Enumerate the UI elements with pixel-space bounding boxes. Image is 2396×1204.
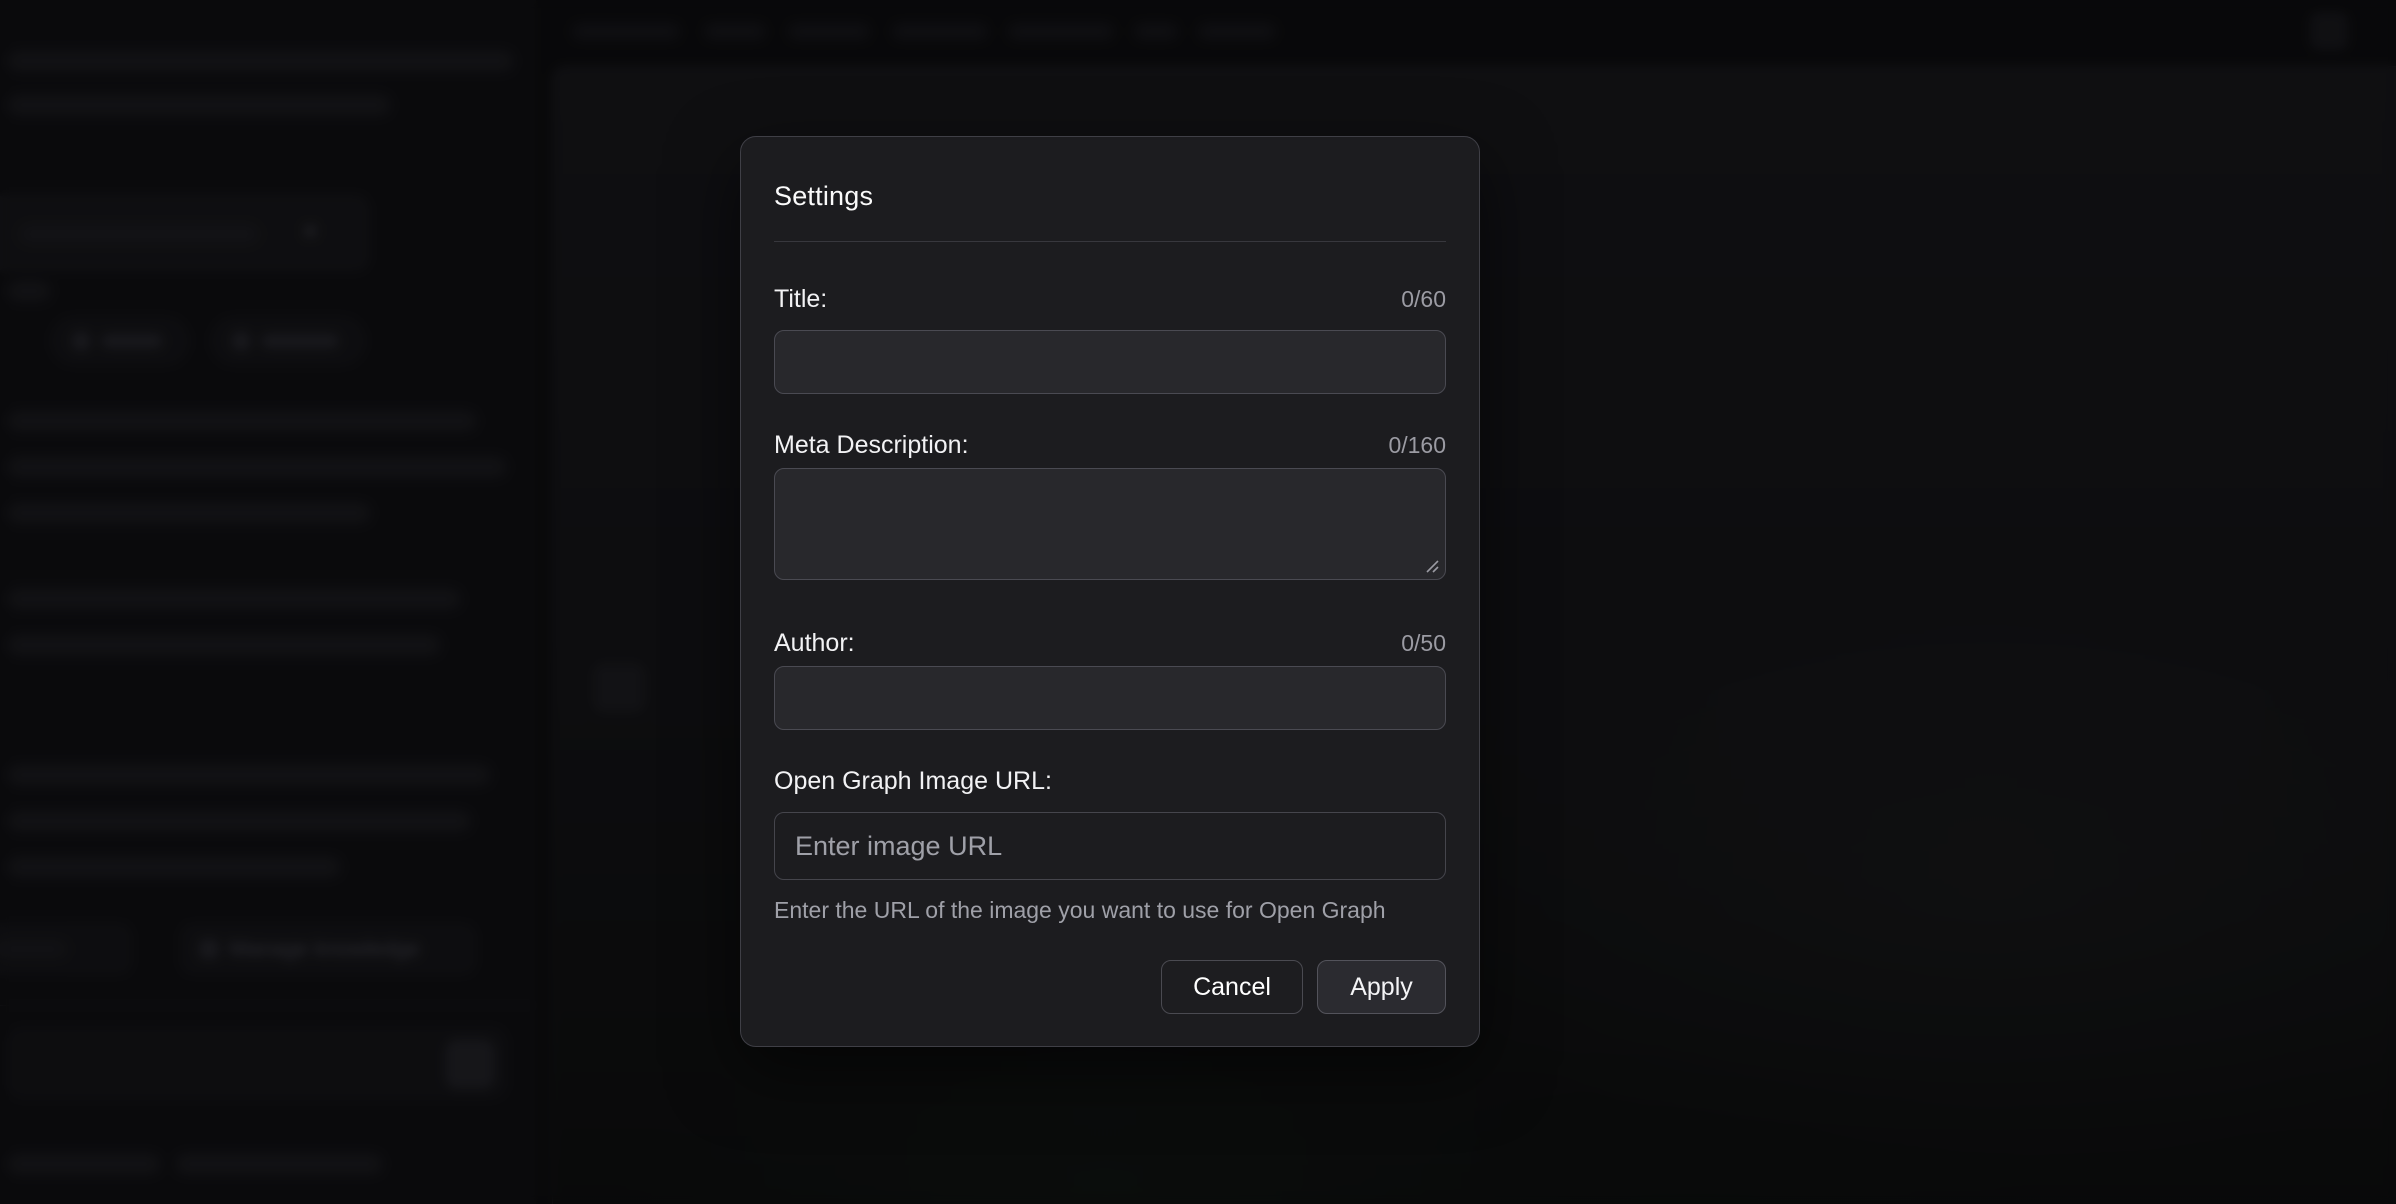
meta-description-char-counter: 0/160	[1388, 432, 1446, 459]
title-char-counter: 0/60	[1401, 286, 1446, 313]
meta-description-textarea[interactable]	[774, 468, 1446, 580]
dialog-divider	[774, 241, 1446, 242]
apply-button[interactable]: Apply	[1317, 960, 1446, 1014]
og-image-helper-text: Enter the URL of the image you want to u…	[774, 896, 1446, 924]
og-image-url-label: Open Graph Image URL:	[774, 766, 1052, 796]
settings-dialog: Settings Title: 0/60 Meta Description: 0…	[740, 136, 1480, 1047]
author-input[interactable]	[774, 666, 1446, 730]
author-char-counter: 0/50	[1401, 630, 1446, 657]
author-label: Author:	[774, 628, 855, 658]
dialog-title: Settings	[774, 179, 1446, 213]
title-label: Title:	[774, 284, 827, 314]
meta-description-label: Meta Description:	[774, 430, 969, 460]
title-input[interactable]	[774, 330, 1446, 394]
resize-grip-icon[interactable]	[1424, 558, 1439, 573]
cancel-button[interactable]: Cancel	[1161, 960, 1303, 1014]
og-image-url-input[interactable]	[774, 812, 1446, 880]
